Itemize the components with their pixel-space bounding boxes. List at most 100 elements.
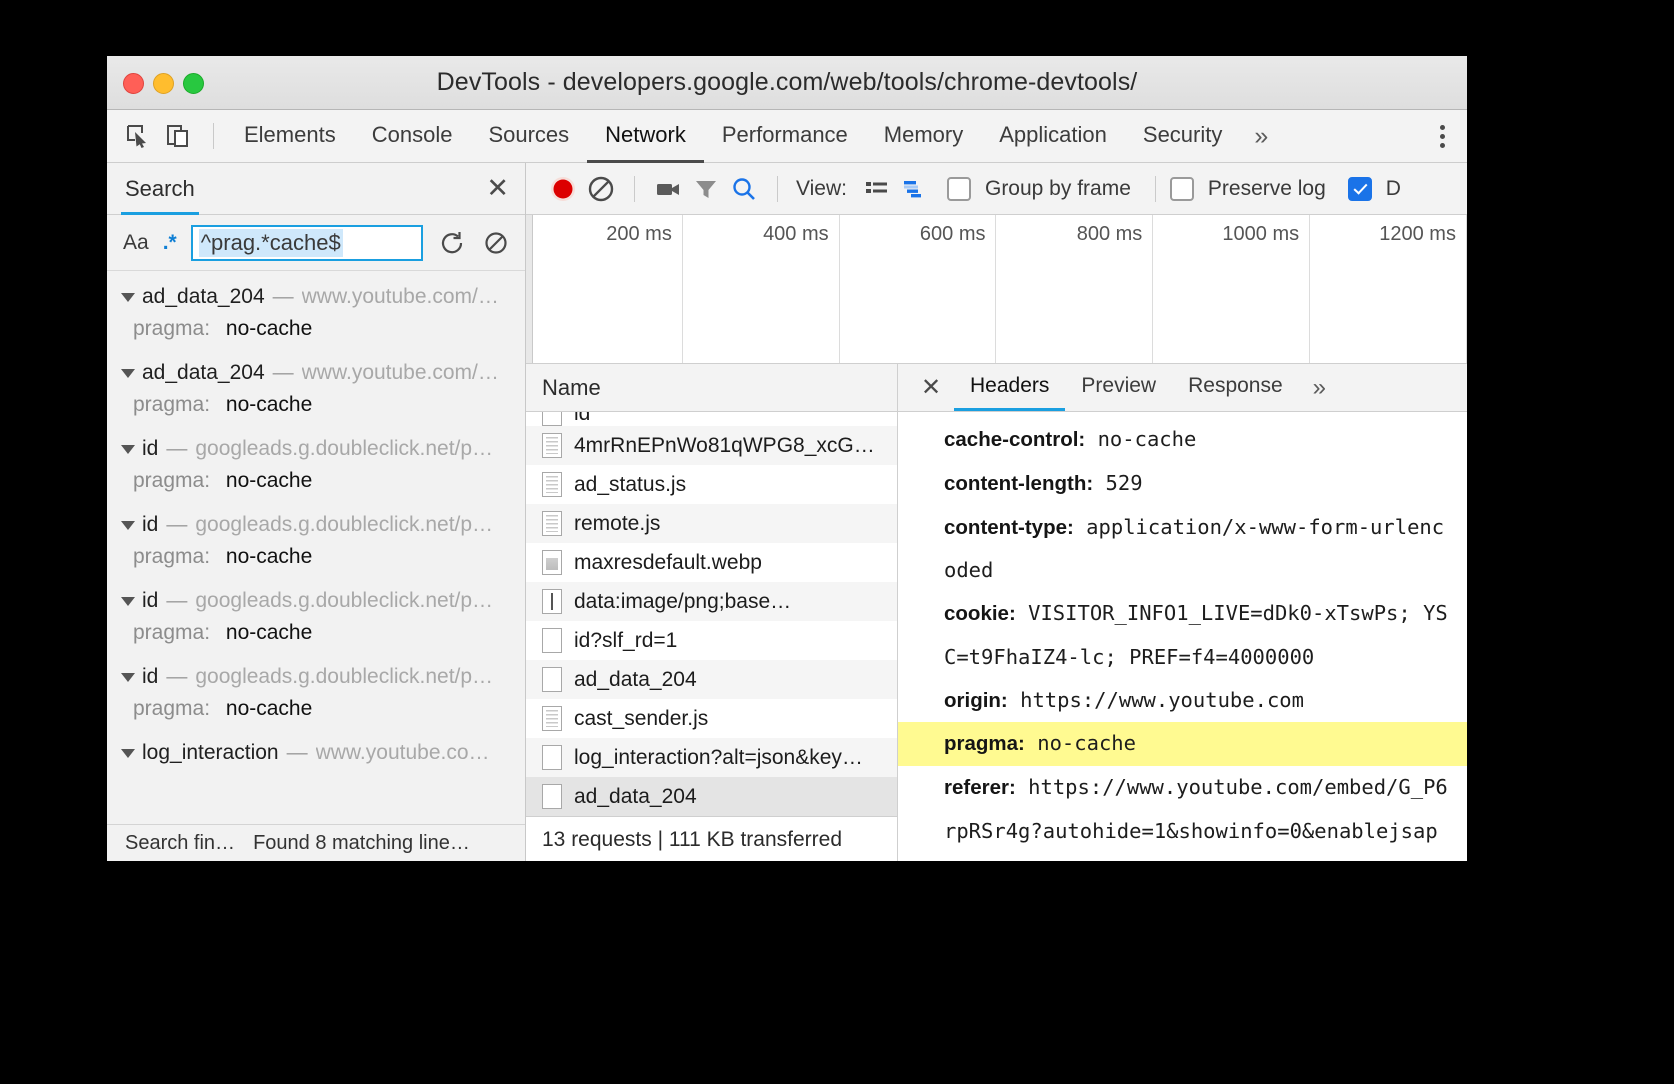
match-case-button[interactable]: Aa	[123, 231, 149, 255]
record-button[interactable]	[544, 170, 582, 208]
minimize-window-button[interactable]	[153, 73, 174, 94]
filter-icon[interactable]	[687, 170, 725, 208]
group-by-frame-control[interactable]: Group by frame	[947, 177, 1141, 201]
more-tabs-chevron-icon[interactable]: »	[1299, 364, 1340, 411]
search-result-line[interactable]: pragma: no-cache	[107, 389, 525, 419]
kebab-menu-icon[interactable]	[1426, 125, 1467, 148]
disable-cache-checkbox[interactable]	[1348, 177, 1372, 201]
table-row[interactable]: maxresdefault.webp	[526, 543, 897, 582]
request-rows[interactable]: id 4mrRnEPnWo81qWPG8_xcG… ad_status.js	[526, 412, 897, 816]
search-icon[interactable]	[725, 170, 763, 208]
tab-network[interactable]: Network	[587, 110, 704, 163]
data-uri-icon	[542, 589, 562, 614]
close-window-button[interactable]	[123, 73, 144, 94]
plain-file-icon	[542, 412, 562, 426]
table-row[interactable]: remote.js	[526, 504, 897, 543]
list-view-icon[interactable]	[857, 170, 895, 208]
disclosure-triangle-icon[interactable]	[121, 749, 135, 758]
request-list-column-header[interactable]: Name	[526, 364, 897, 412]
device-toolbar-icon[interactable]	[161, 119, 195, 153]
search-result-header[interactable]: id — googleads.g.doubleclick.net/p…	[107, 657, 525, 693]
header-row-continuation: i=1	[898, 853, 1467, 862]
tab-performance[interactable]: Performance	[704, 110, 866, 163]
table-row[interactable]: data:image/png;base…	[526, 582, 897, 621]
request-name: maxresdefault.webp	[574, 551, 762, 575]
tab-security[interactable]: Security	[1125, 110, 1240, 163]
search-result-name: id	[142, 665, 158, 689]
timeline-tick-label: 1200 ms	[1379, 223, 1456, 246]
view-label: View:	[796, 177, 847, 201]
table-row[interactable]: id	[526, 412, 897, 426]
header-key: content-length:	[944, 472, 1093, 495]
tab-application[interactable]: Application	[981, 110, 1125, 163]
search-result-line[interactable]: pragma: no-cache	[107, 693, 525, 723]
table-row[interactable]: log_interaction?alt=json&key…	[526, 738, 897, 777]
clear-icon[interactable]	[481, 228, 511, 258]
search-result-header[interactable]: id — googleads.g.doubleclick.net/p…	[107, 581, 525, 617]
table-row[interactable]: ad_data_204	[526, 660, 897, 699]
waterfall-view-icon[interactable]	[895, 170, 933, 208]
search-result-url: googleads.g.doubleclick.net/p…	[195, 437, 493, 461]
preserve-log-control[interactable]: Preserve log	[1170, 177, 1336, 201]
tab-console[interactable]: Console	[354, 110, 471, 163]
tab-response[interactable]: Response	[1172, 364, 1299, 411]
maximize-window-button[interactable]	[183, 73, 204, 94]
search-result-header[interactable]: ad_data_204 — www.youtube.com/…	[107, 353, 525, 389]
window-controls[interactable]	[123, 73, 204, 94]
search-result-line-value: no-cache	[226, 621, 312, 644]
script-file-icon	[542, 472, 562, 497]
search-result-dash: —	[166, 437, 187, 461]
group-by-frame-checkbox[interactable]	[947, 177, 971, 201]
table-row[interactable]: 4mrRnEPnWo81qWPG8_xcG…	[526, 426, 897, 465]
search-result-line[interactable]: pragma: no-cache	[107, 313, 525, 343]
close-icon[interactable]: ✕	[908, 364, 954, 411]
timeline-tick: 600 ms	[840, 215, 997, 363]
search-result-name: id	[142, 589, 158, 613]
search-result-line[interactable]: pragma: no-cache	[107, 541, 525, 571]
network-timeline-overview[interactable]: 200 ms 400 ms 600 ms 800 ms 1000 ms	[526, 215, 1467, 364]
header-row-continuation: C=t9FhaIZ4-lc; PREF=f4=4000000	[898, 636, 1467, 679]
camera-icon[interactable]	[649, 170, 687, 208]
search-result-name: id	[142, 437, 158, 461]
table-row[interactable]: ad_data_204	[526, 777, 897, 816]
refresh-icon[interactable]	[437, 228, 467, 258]
disable-cache-control[interactable]: D	[1348, 177, 1411, 201]
search-result-line-key: pragma:	[133, 621, 210, 644]
inspect-element-icon[interactable]	[121, 119, 155, 153]
search-result-header[interactable]: id — googleads.g.doubleclick.net/p…	[107, 429, 525, 465]
table-row[interactable]: id?slf_rd=1	[526, 621, 897, 660]
header-key: content-type:	[944, 516, 1074, 539]
timeline-tick-label: 400 ms	[763, 223, 829, 246]
search-result-header[interactable]: ad_data_204 — www.youtube.com/…	[107, 277, 525, 313]
search-status-bar: Search fin… Found 8 matching line…	[107, 824, 525, 861]
tab-elements[interactable]: Elements	[226, 110, 354, 163]
table-row[interactable]: cast_sender.js	[526, 699, 897, 738]
search-result-line[interactable]: pragma: no-cache	[107, 617, 525, 647]
header-row: cache-control: no-cache	[898, 418, 1467, 462]
search-result-header[interactable]: log_interaction — www.youtube.co…	[107, 733, 525, 769]
tab-memory[interactable]: Memory	[866, 110, 981, 163]
search-input[interactable]: ^prag.*cache$	[191, 225, 423, 261]
tab-preview[interactable]: Preview	[1065, 364, 1172, 411]
search-result-line-key: pragma:	[133, 393, 210, 416]
more-tabs-chevron-icon[interactable]: »	[1240, 122, 1282, 151]
search-result-line[interactable]: pragma: no-cache	[107, 465, 525, 495]
close-icon[interactable]: ✕	[486, 175, 509, 202]
disclosure-triangle-icon[interactable]	[121, 673, 135, 682]
regex-button[interactable]: .*	[163, 231, 177, 255]
preserve-log-checkbox[interactable]	[1170, 177, 1194, 201]
disclosure-triangle-icon[interactable]	[121, 521, 135, 530]
tab-headers[interactable]: Headers	[954, 364, 1065, 411]
disclosure-triangle-icon[interactable]	[121, 369, 135, 378]
table-row[interactable]: ad_status.js	[526, 465, 897, 504]
clear-network-icon[interactable]	[582, 170, 620, 208]
search-input-value: ^prag.*cache$	[199, 229, 343, 257]
disclosure-triangle-icon[interactable]	[121, 597, 135, 606]
disclosure-triangle-icon[interactable]	[121, 293, 135, 302]
search-results-list[interactable]: ad_data_204 — www.youtube.com/… pragma: …	[107, 271, 525, 824]
request-headers-list[interactable]: cache-control: no-cache content-length: …	[898, 412, 1467, 861]
search-result-header[interactable]: id — googleads.g.doubleclick.net/p…	[107, 505, 525, 541]
disclosure-triangle-icon[interactable]	[121, 445, 135, 454]
request-list: Name id 4mrRnEPnWo81qWPG8_xcG…	[526, 364, 898, 861]
tab-sources[interactable]: Sources	[470, 110, 587, 163]
